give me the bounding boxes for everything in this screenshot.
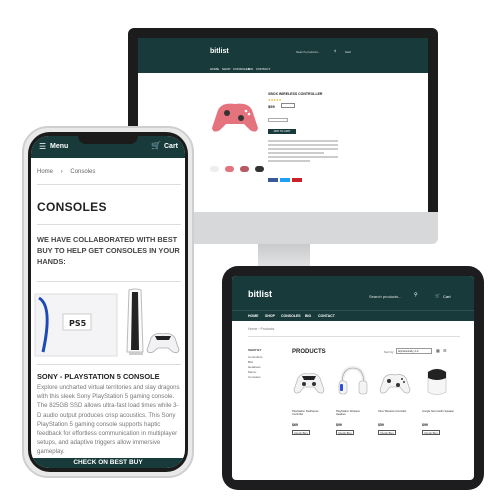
imac-search-icon[interactable]: ⚲: [334, 49, 336, 53]
ipad-nav-shop[interactable]: SHOP: [265, 314, 275, 318]
ipad-nav-home[interactable]: HOME: [248, 314, 259, 318]
product-name-3[interactable]: Xbox Wireless Controller: [378, 410, 412, 413]
phone-cart-link[interactable]: Cart: [164, 143, 178, 150]
share-facebook-button[interactable]: [268, 178, 278, 182]
quick-buy-button-1[interactable]: Quick Buy: [292, 430, 310, 435]
imac-nav-bio[interactable]: BIO: [248, 67, 253, 71]
product-image-xbox-controller: [379, 374, 411, 394]
phone-divider-mid: [37, 224, 181, 225]
share-pinterest-button[interactable]: [292, 178, 302, 182]
imac-cart-link[interactable]: Cart: [345, 50, 351, 54]
imac-nav-home[interactable]: HOME: [210, 67, 219, 71]
share-buttons: [268, 178, 308, 182]
quick-buy-button-4[interactable]: Quick Buy: [422, 430, 440, 435]
thumbnail-white[interactable]: [210, 166, 219, 172]
ipad-divider: [248, 336, 460, 337]
share-twitter-button[interactable]: [280, 178, 290, 182]
ps5-product-image: PS5: [34, 288, 180, 357]
product-price-1: $69: [292, 423, 298, 427]
product-name-1[interactable]: PlayStation DualSense Controller: [292, 410, 326, 416]
quick-buy-button-3[interactable]: Quick Buy: [378, 430, 396, 435]
phone-subtitle: WE HAVE COLLABORATED WITH BEST BUY TO HE…: [37, 235, 180, 266]
menu-button[interactable]: Menu: [50, 143, 68, 150]
ipad-search-input[interactable]: Search products...: [369, 294, 401, 299]
phone-notch: [78, 132, 138, 144]
ipad-screen: bitlist Search products... ⚲ 🛒 Cart HOME…: [232, 276, 474, 480]
imac-search-input[interactable]: Search products...: [296, 50, 320, 54]
phone-product-description: Explore uncharted virtual territories an…: [37, 384, 180, 456]
imac-thumbnails: [210, 166, 270, 176]
quick-buy-button-2[interactable]: Quick Buy: [336, 430, 354, 435]
grid-view-icon[interactable]: ▦: [436, 348, 440, 353]
imac-header: bitlist Search products... ⚲ Cart: [138, 38, 428, 64]
product-name-4[interactable]: Google Nest Audio Speaker: [422, 410, 456, 413]
phone-screen: ☰ Menu 🛒 Cart Home › Consoles CONSOLES W…: [31, 136, 185, 468]
breadcrumb-chevron-icon: ›: [60, 169, 63, 175]
ipad-nav-consoles[interactable]: CONSOLES: [281, 314, 301, 318]
ipad-breadcrumb-home[interactable]: Home: [248, 327, 257, 331]
add-to-cart-button[interactable]: ADD TO CART: [268, 129, 296, 134]
thumbnail-pink-2[interactable]: [240, 166, 249, 172]
phone-product-title: SONY - PLAYSTATION 5 CONSOLE: [37, 372, 160, 381]
phone-breadcrumb-home[interactable]: Home: [37, 169, 53, 175]
product-price-4: $99: [422, 423, 428, 427]
sort-label: Sort by: [384, 350, 394, 354]
ipad-nav-bio[interactable]: BIO: [305, 314, 311, 318]
controller-image-pink: [212, 103, 258, 132]
sort-select[interactable]: Alphabetically, A-Z: [396, 348, 432, 354]
product-price-3: $59: [378, 423, 384, 427]
imac-nav-contact[interactable]: CONTACT: [256, 67, 270, 71]
product-image-dualsense: [293, 373, 325, 394]
imac-stand: [258, 244, 310, 268]
imac-price: $59: [268, 104, 275, 109]
apple-logo-icon: [273, 219, 293, 239]
ipad-nav: HOME SHOP CONSOLES BIO CONTACT: [232, 310, 474, 321]
ipad-breadcrumb-current: Products: [260, 327, 275, 331]
product-price-2: $99: [336, 423, 342, 427]
hamburger-menu-icon[interactable]: ☰: [39, 142, 46, 151]
phone-divider-top: [37, 184, 181, 185]
imac-logo: bitlist: [210, 48, 229, 55]
phone-breadcrumb: Home › Consoles: [37, 169, 95, 175]
sidebar-list: Controllers Bits Headsets Memo Consoles: [248, 355, 263, 380]
imac-product-title: XBOX WIRELESS CONTROLLER: [268, 92, 323, 96]
product-name-2[interactable]: PlayStation Wireless Headset: [336, 410, 370, 416]
products-heading: PRODUCTS: [292, 349, 326, 355]
ipad-logo: bitlist: [248, 289, 272, 299]
svg-text:PS5: PS5: [69, 319, 87, 328]
product-image-headset: [338, 365, 368, 395]
thumbnail-pink[interactable]: [225, 166, 234, 172]
ipad-search-icon[interactable]: ⚲: [414, 292, 418, 298]
imac-nav: HOME SHOP CONSOLES BIO CONTACT: [138, 64, 428, 73]
ipad-breadcrumb: Home › Products: [248, 327, 275, 331]
phone-breadcrumb-current: Consoles: [70, 169, 96, 175]
phone-page-title: CONSOLES: [37, 200, 107, 214]
phone-divider-2: [37, 281, 181, 282]
variant-select[interactable]: [281, 103, 295, 108]
sidebar-item-consoles[interactable]: Consoles: [248, 375, 263, 380]
phone-divider-3: [37, 364, 181, 365]
product-image-speaker: [427, 368, 447, 395]
imac-nav-shop[interactable]: SHOP: [222, 67, 231, 71]
sidebar-heading: SHOP BY: [248, 348, 262, 352]
ipad-header: bitlist Search products... ⚲ 🛒 Cart: [232, 276, 474, 310]
ipad-cart-icon[interactable]: 🛒: [435, 293, 440, 298]
thumbnail-black[interactable]: [255, 166, 264, 172]
quantity-field[interactable]: [268, 118, 288, 122]
list-view-icon[interactable]: ☰: [443, 348, 447, 353]
phone-cart-icon[interactable]: 🛒: [151, 141, 161, 150]
rating-stars: ★★★★★: [268, 98, 282, 102]
check-best-buy-button[interactable]: CHECK ON BEST BUY: [31, 458, 185, 468]
ipad-cart-link[interactable]: Cart: [443, 294, 451, 299]
ipad-nav-contact[interactable]: CONTACT: [318, 314, 335, 318]
imac-description: [268, 140, 338, 168]
